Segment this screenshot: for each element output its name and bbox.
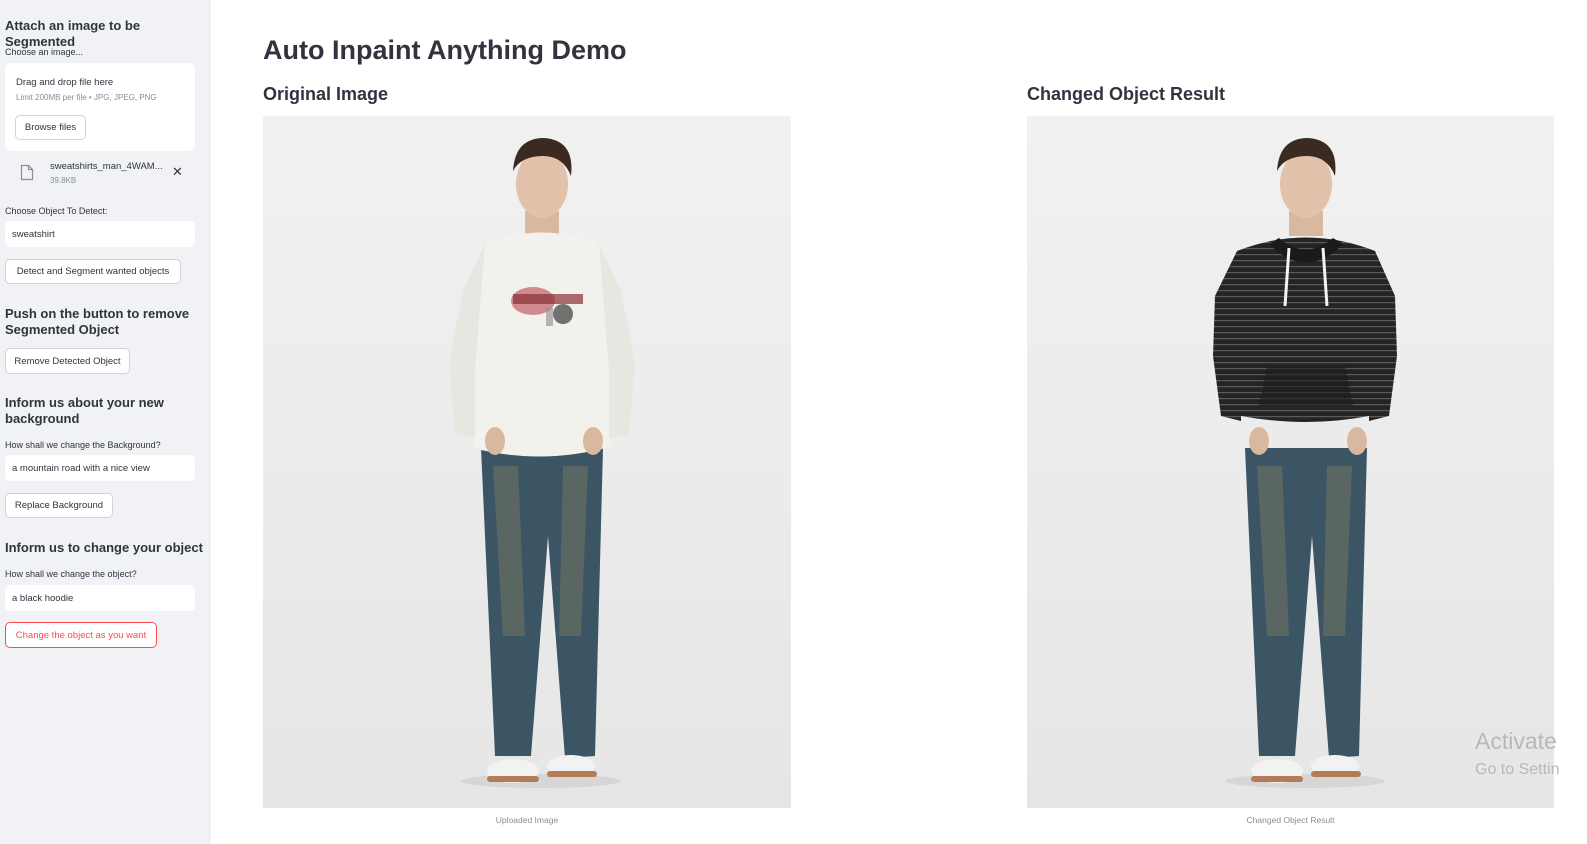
file-size: 39.8KB [50,176,77,185]
detect-label: Choose Object To Detect: [5,206,108,216]
result-image [1027,116,1554,808]
result-image-heading: Changed Object Result [1027,84,1226,104]
upload-heading: Attach an image to be Segmented [5,18,141,49]
background-prompt-input[interactable]: a mountain road with a nice view [5,455,195,481]
original-image-caption: Uploaded Image [495,815,559,825]
page-title: Auto Inpaint Anything Demo [263,35,627,65]
remove-file-close-icon[interactable]: ✕ [172,164,183,180]
upload-label: Choose an image... [5,47,84,57]
background-heading: Inform us about your new background [5,395,164,426]
dropzone-limits: Limit 200MB per file • JPG, JPEG, PNG [16,93,157,102]
sidebar: Attach an image to be Segmented Choose a… [0,0,211,844]
activation-watermark-subtitle: Go to Settin [1475,761,1560,778]
object-label: How shall we change the object? [5,569,137,579]
uploaded-file-row: sweatshirts_man_4WAM... 39.8KB ✕ [0,156,211,190]
original-image [263,116,791,808]
remove-object-button[interactable]: Remove Detected Object [5,348,130,374]
object-prompt-input[interactable]: a black hoodie [5,585,195,611]
object-heading: Inform us to change your object [5,540,203,555]
person-in-hoodie-illustration [1027,116,1554,808]
activation-watermark-title: Activate [1475,728,1557,754]
file-icon [20,164,34,181]
browse-files-button[interactable]: Browse files [15,115,86,140]
file-name: sweatshirts_man_4WAM... [50,161,163,172]
background-label: How shall we change the Background? [5,440,161,450]
result-image-caption: Changed Object Result [1246,815,1335,825]
detect-segment-button[interactable]: Detect and Segment wanted objects [5,259,181,284]
detect-object-input[interactable]: sweatshirt [5,221,195,247]
main-content: Auto Inpaint Anything Demo Original Imag… [211,0,1587,844]
file-dropzone[interactable]: Drag and drop file here Limit 200MB per … [5,63,195,151]
change-object-button[interactable]: Change the object as you want [5,622,157,648]
remove-heading: Push on the button to remove Segmented O… [5,306,190,337]
replace-background-button[interactable]: Replace Background [5,493,113,518]
original-image-heading: Original Image [263,84,389,104]
person-in-sweatshirt-illustration [263,116,791,808]
dropzone-title: Drag and drop file here [16,77,114,88]
